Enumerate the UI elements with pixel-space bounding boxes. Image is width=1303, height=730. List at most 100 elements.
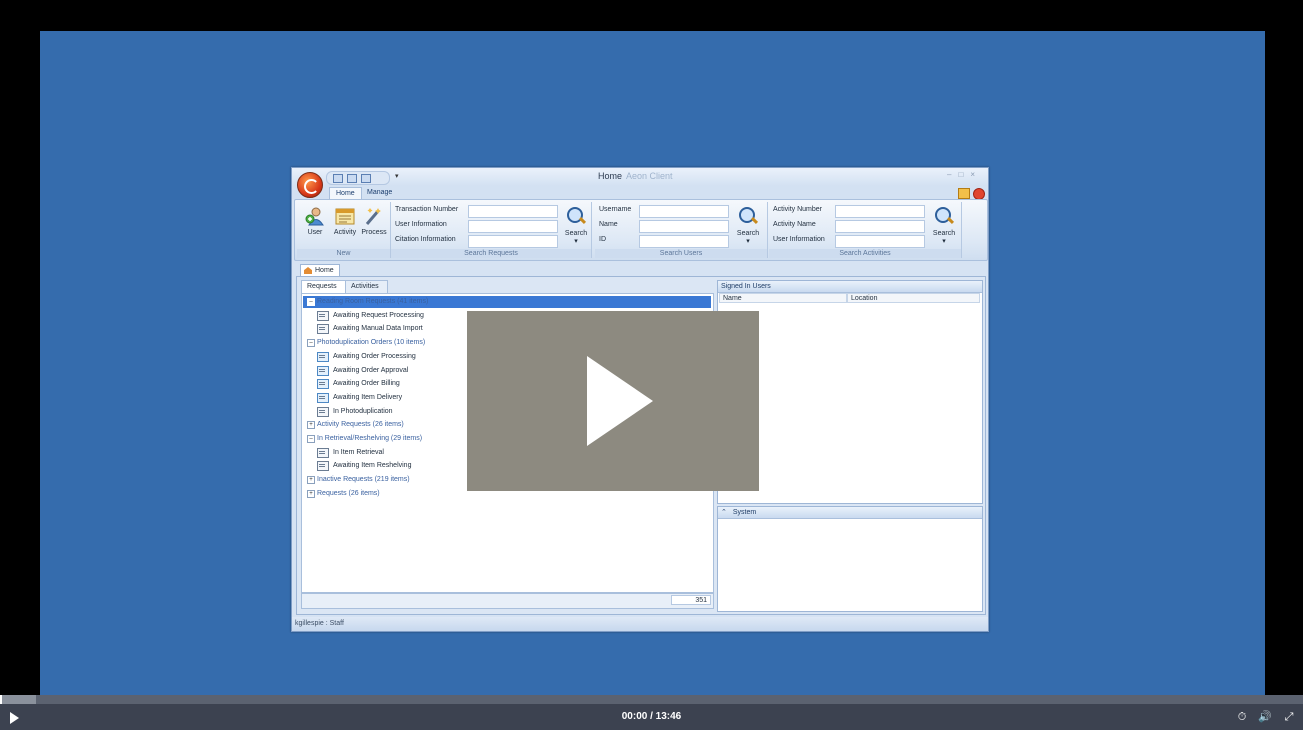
user-add-icon bbox=[305, 207, 324, 226]
citation-information-label: Citation Information bbox=[395, 236, 456, 243]
item-count: 351 bbox=[671, 595, 711, 605]
tree-item-label: Awaiting Request Processing bbox=[333, 311, 424, 319]
activity-name-input[interactable] bbox=[835, 220, 925, 233]
tree-item-label: Activity Requests (26 items) bbox=[317, 421, 404, 429]
tree-item-label: In Retrieval/Reshelving (29 items) bbox=[317, 435, 423, 442]
group-caption: New bbox=[297, 249, 390, 258]
ribbon: User Activity Process New Transaction Nu… bbox=[294, 199, 988, 261]
new-process-button[interactable]: Process bbox=[360, 206, 388, 236]
home-icon bbox=[304, 267, 312, 274]
tree-item-label: Awaiting Item Delivery bbox=[333, 393, 403, 401]
ribbon-tabs: Home Manage bbox=[292, 186, 988, 200]
tree-item-label: Awaiting Manual Data Import bbox=[333, 325, 423, 333]
collapse-icon[interactable]: ⌃ bbox=[721, 509, 727, 516]
photo-queue-icon bbox=[317, 379, 329, 390]
photo-queue-icon bbox=[317, 365, 329, 376]
activity-user-information-input[interactable] bbox=[835, 235, 925, 248]
tab-activities[interactable]: Activities bbox=[345, 280, 388, 293]
search-activities-button[interactable]: Search ▾ bbox=[931, 206, 957, 245]
transaction-number-input[interactable] bbox=[468, 205, 558, 218]
expand-icon[interactable]: + bbox=[307, 489, 315, 498]
username-input[interactable] bbox=[639, 205, 729, 218]
search-icon bbox=[933, 206, 955, 228]
queue-icon bbox=[317, 461, 329, 472]
tree-item-label: Awaiting Order Approval bbox=[333, 366, 409, 374]
volume-icon[interactable]: 🔊 bbox=[1258, 710, 1272, 724]
title-bar: ▾ Home Aeon Client –□× bbox=[292, 168, 988, 186]
name-label: Name bbox=[599, 221, 618, 228]
queue-icon bbox=[317, 406, 329, 417]
column-name[interactable]: Name bbox=[719, 293, 847, 303]
playhead[interactable] bbox=[0, 695, 2, 704]
tree-item-label: Requests (26 items) bbox=[317, 489, 380, 497]
tab-manage[interactable]: Manage bbox=[361, 187, 398, 199]
tree-item-label: Reading Room Requests (41 items) bbox=[317, 298, 429, 305]
collapse-icon[interactable]: – bbox=[307, 339, 315, 348]
quick-access-toolbar[interactable] bbox=[326, 171, 390, 185]
id-label: ID bbox=[599, 236, 606, 243]
new-activity-button[interactable]: Activity bbox=[331, 206, 359, 236]
search-icon bbox=[737, 206, 759, 228]
play-icon[interactable] bbox=[587, 356, 653, 446]
expand-icon[interactable]: + bbox=[307, 476, 315, 485]
search-users-button[interactable]: Search ▾ bbox=[735, 206, 761, 245]
tab-requests[interactable]: Requests bbox=[301, 280, 346, 293]
application-orb-icon[interactable] bbox=[297, 172, 323, 198]
window-title: Home Aeon Client bbox=[598, 171, 673, 181]
group-search-activities: Activity Number Activity Name User Infor… bbox=[769, 202, 962, 258]
photo-queue-icon bbox=[317, 392, 329, 403]
current-user: kgillespie : Staff bbox=[295, 620, 344, 627]
system-panel: ⌃ System bbox=[717, 506, 983, 612]
collapse-icon[interactable]: – bbox=[307, 435, 315, 443]
transaction-number-label: Transaction Number bbox=[395, 206, 459, 213]
expand-icon[interactable]: + bbox=[307, 421, 315, 430]
activity-number-input[interactable] bbox=[835, 205, 925, 218]
group-search-requests: Transaction Number User Information Cita… bbox=[391, 202, 592, 258]
tree-item-label: Awaiting Item Reshelving bbox=[333, 462, 412, 470]
video-progress-bar[interactable] bbox=[0, 695, 1303, 704]
activity-name-label: Activity Name bbox=[773, 221, 816, 228]
mail-icon[interactable] bbox=[347, 174, 357, 183]
group-new: User Activity Process New bbox=[297, 202, 391, 258]
speed-icon[interactable]: ⏱ bbox=[1235, 710, 1249, 724]
buffered-progress bbox=[0, 695, 36, 704]
video-time: 00:00 / 13:46 bbox=[621, 711, 682, 722]
search-icon bbox=[565, 206, 587, 228]
collapse-icon[interactable]: – bbox=[307, 298, 315, 306]
status-bar: kgillespie : Staff bbox=[292, 617, 988, 631]
window-controls[interactable]: –□× bbox=[947, 170, 982, 179]
tree-item-label: Awaiting Order Billing bbox=[333, 380, 400, 388]
search-requests-button[interactable]: Search ▾ bbox=[563, 206, 589, 245]
activity-user-information-label: User Information bbox=[773, 236, 825, 243]
group-caption: Search Requests bbox=[391, 249, 591, 258]
tree-item-label: Inactive Requests (219 items) bbox=[317, 476, 410, 484]
queue-icon bbox=[317, 310, 329, 321]
username-label: Username bbox=[599, 206, 632, 213]
tree-item-label: In Photoduplication bbox=[333, 407, 393, 415]
window-icon[interactable] bbox=[361, 174, 371, 183]
refresh-icon[interactable] bbox=[333, 174, 343, 183]
help-icon[interactable] bbox=[958, 188, 970, 199]
tree-group[interactable]: – Reading Room Requests (41 items) bbox=[303, 296, 711, 308]
group-search-users: Username Name ID Search ▾ Search Users bbox=[595, 202, 768, 258]
queue-icon bbox=[317, 324, 329, 335]
qat-dropdown-icon[interactable]: ▾ bbox=[395, 172, 399, 180]
calendar-icon bbox=[335, 208, 355, 225]
video-play-overlay[interactable] bbox=[467, 311, 759, 491]
fullscreen-icon[interactable]: ⤢ bbox=[1282, 710, 1296, 724]
video-controls: 00:00 / 13:46 ⏱ 🔊 ⤢ bbox=[0, 704, 1303, 730]
user-information-label: User Information bbox=[395, 221, 447, 228]
wand-icon bbox=[365, 208, 381, 225]
queue-icon bbox=[317, 447, 329, 458]
panel-title[interactable]: ⌃ System bbox=[718, 507, 982, 519]
group-caption: Search Activities bbox=[769, 249, 961, 258]
new-user-button[interactable]: User bbox=[301, 206, 329, 236]
citation-information-input[interactable] bbox=[468, 235, 558, 248]
group-caption: Search Users bbox=[595, 249, 767, 258]
id-input[interactable] bbox=[639, 235, 729, 248]
activity-number-label: Activity Number bbox=[773, 206, 823, 213]
user-information-input[interactable] bbox=[468, 220, 558, 233]
column-location[interactable]: Location bbox=[847, 293, 980, 303]
name-input[interactable] bbox=[639, 220, 729, 233]
photo-queue-icon bbox=[317, 351, 329, 362]
